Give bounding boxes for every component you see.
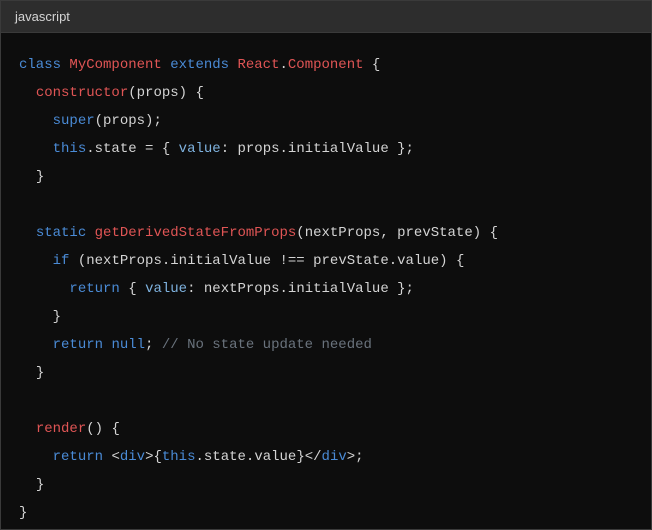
code-token-prop: value — [179, 141, 221, 157]
code-token-kw: if — [53, 253, 70, 269]
code-token-this: this — [162, 449, 196, 465]
code-area[interactable]: class MyComponent extends React.Componen… — [1, 33, 651, 529]
code-token-punc: } — [36, 365, 44, 381]
code-token-punc: >; — [347, 449, 364, 465]
code-token-punc: ) — [439, 253, 447, 269]
code-token-kw: class — [19, 57, 61, 73]
code-token-ident: prevState — [397, 225, 473, 241]
code-token-punc: { — [372, 57, 380, 73]
code-token-ident: props — [103, 113, 145, 129]
code-token-punc: { — [456, 253, 464, 269]
code-token-this: this — [53, 141, 87, 157]
code-token-punc: }</ — [296, 449, 321, 465]
code-token-punc: ; — [145, 337, 153, 353]
code-token-kw: extends — [170, 57, 229, 73]
code-token-punc: >{ — [145, 449, 162, 465]
code-token-punc: ) — [473, 225, 481, 241]
code-token-ident: state — [95, 141, 137, 157]
code-token-punc: }; — [397, 281, 414, 297]
code-token-punc: . — [195, 449, 203, 465]
code-token-ident: props — [238, 141, 280, 157]
code-token-punc: { — [128, 281, 136, 297]
code-token-punc: () — [86, 421, 103, 437]
code-token-punc: ( — [95, 113, 103, 129]
code-token-type: React — [237, 57, 279, 73]
code-token-ident: nextProps — [86, 253, 162, 269]
code-token-punc: ( — [128, 85, 136, 101]
code-token-punc: . — [389, 253, 397, 269]
code-token-punc: ( — [296, 225, 304, 241]
code-token-comment: // No state update needed — [162, 337, 372, 353]
code-token-punc: . — [86, 141, 94, 157]
code-token-class: MyComponent — [69, 57, 161, 73]
code-language-bar: javascript — [1, 1, 651, 33]
code-token-punc: { — [162, 141, 170, 157]
code-token-punc: ( — [78, 253, 86, 269]
code-token-fn: getDerivedStateFromProps — [95, 225, 297, 241]
code-token-tag: div — [322, 449, 347, 465]
code-token-punc: !== — [280, 253, 305, 269]
code-token-ident: initialValue — [170, 253, 271, 269]
code-token-ident: nextProps — [305, 225, 381, 241]
code-token-ident: initialValue — [288, 281, 389, 297]
code-token-punc: } — [53, 309, 61, 325]
code-token-kw: return — [53, 449, 103, 465]
code-token-tag: div — [120, 449, 145, 465]
code-token-kw: static — [36, 225, 86, 241]
code-token-ident: value — [254, 449, 296, 465]
code-token-punc: . — [280, 281, 288, 297]
code-token-punc: ); — [145, 113, 162, 129]
code-token-type: Component — [288, 57, 364, 73]
code-token-punc: { — [195, 85, 203, 101]
code-token-ident: state — [204, 449, 246, 465]
code-token-punc: . — [280, 141, 288, 157]
code-token-ident: props — [137, 85, 179, 101]
code-token-punc: { — [111, 421, 119, 437]
code-content: class MyComponent extends React.Componen… — [1, 51, 651, 527]
code-token-ident: nextProps — [204, 281, 280, 297]
code-token-punc: : — [187, 281, 195, 297]
code-token-kw: return — [69, 281, 119, 297]
code-token-punc: . — [279, 57, 287, 73]
code-token-punc: } — [36, 169, 44, 185]
code-token-punc: { — [490, 225, 498, 241]
code-token-punc: } — [19, 505, 27, 521]
code-block-container: javascript class MyComponent extends Rea… — [0, 0, 652, 530]
code-token-punc: . — [162, 253, 170, 269]
code-token-ident: initialValue — [288, 141, 389, 157]
code-token-ident: value — [397, 253, 439, 269]
code-token-punc: = — [145, 141, 153, 157]
code-token-punc: } — [36, 477, 44, 493]
code-token-fn: render — [36, 421, 86, 437]
code-token-ident: prevState — [313, 253, 389, 269]
code-token-punc: ) — [179, 85, 187, 101]
code-token-kw: super — [53, 113, 95, 129]
code-token-punc: }; — [397, 141, 414, 157]
code-token-punc: : — [221, 141, 229, 157]
code-token-prop: value — [145, 281, 187, 297]
code-token-punc: < — [111, 449, 119, 465]
code-token-punc: , — [380, 225, 388, 241]
code-token-fn: constructor — [36, 85, 128, 101]
code-token-null: null — [111, 337, 145, 353]
code-token-kw: return — [53, 337, 103, 353]
language-label: javascript — [15, 9, 70, 24]
